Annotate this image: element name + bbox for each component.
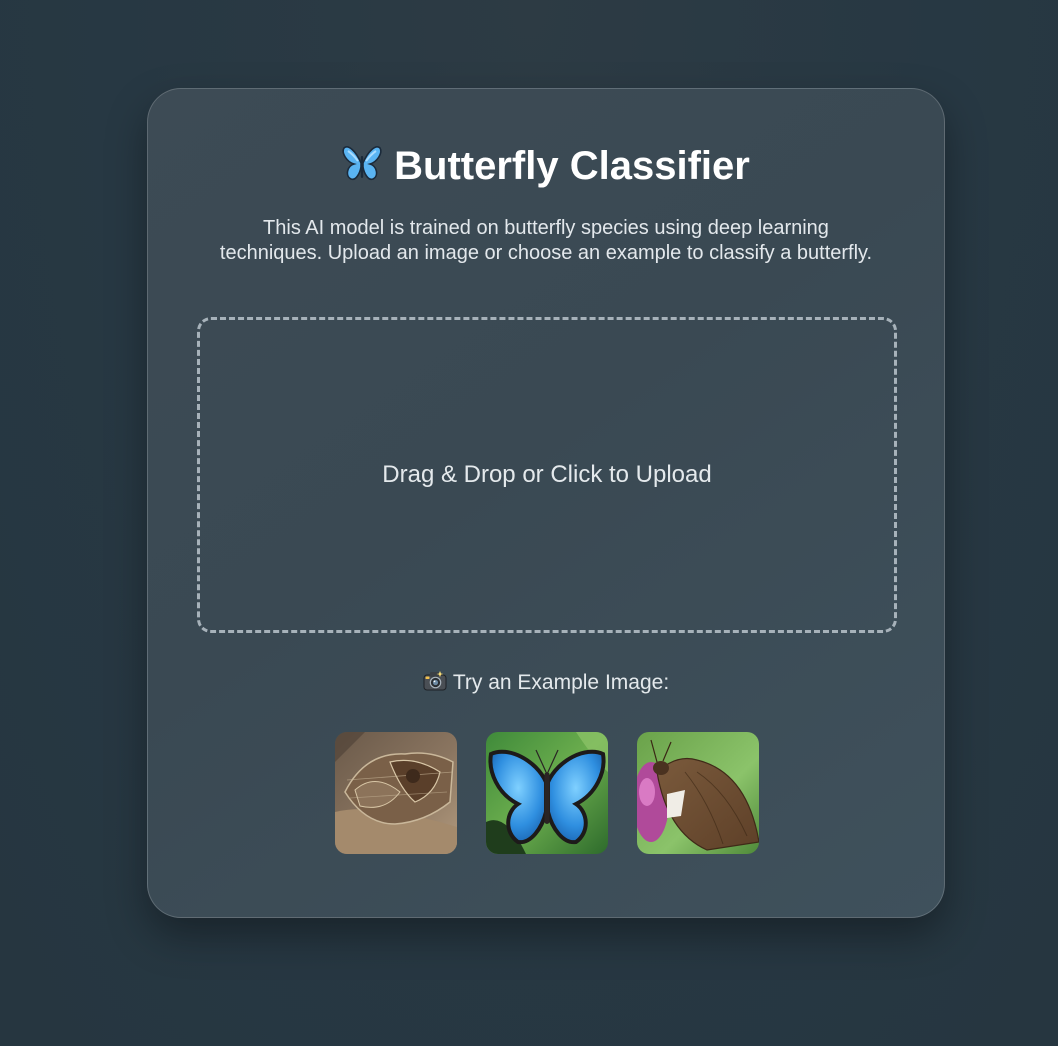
upload-label: Drag & Drop or Click to Upload bbox=[382, 461, 712, 488]
example-gallery bbox=[335, 732, 759, 854]
example-image-skipper[interactable] bbox=[637, 732, 759, 854]
page-title: Butterfly Classifier bbox=[148, 141, 944, 195]
example-image-blue-morpho[interactable] bbox=[486, 732, 608, 854]
camera-icon bbox=[423, 670, 447, 700]
upload-dropzone[interactable]: Drag & Drop or Click to Upload bbox=[197, 317, 897, 633]
example-image-moth[interactable] bbox=[335, 732, 457, 854]
examples-heading: Try an Example Image: bbox=[148, 669, 944, 700]
title-text: Butterfly Classifier bbox=[394, 144, 750, 188]
butterfly-icon bbox=[342, 145, 382, 195]
description-text: This AI model is trained on butterfly sp… bbox=[219, 217, 873, 264]
classifier-card: Butterfly Classifier This AI model is tr… bbox=[147, 88, 945, 918]
examples-heading-text: Try an Example Image: bbox=[452, 671, 670, 694]
